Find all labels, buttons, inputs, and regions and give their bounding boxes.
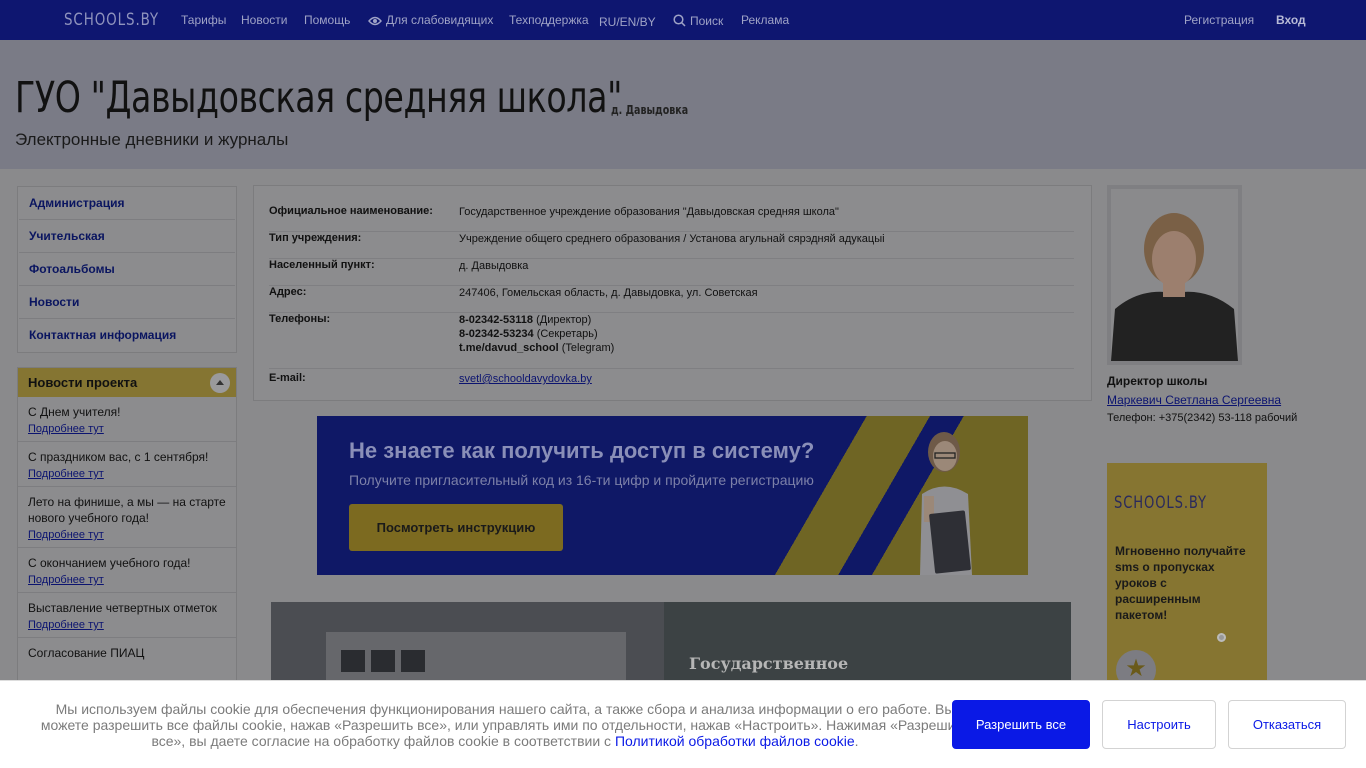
- info-value: svetl@schooldavydovka.by: [459, 372, 592, 386]
- login-link[interactable]: Вход: [1276, 13, 1306, 27]
- nav-search[interactable]: Поиск: [673, 14, 723, 28]
- cookie-policy-link[interactable]: Политикой обработки файлов cookie: [615, 733, 855, 749]
- allow-all-button[interactable]: Разрешить все: [952, 700, 1090, 749]
- window: [371, 650, 395, 672]
- news-more-link[interactable]: Подробнее тут: [28, 619, 104, 631]
- project-news-header: Новости проекта: [18, 368, 236, 397]
- woman-with-folder-illustration: [920, 432, 972, 575]
- phone-number[interactable]: 8-02342-53234: [459, 328, 534, 340]
- news-item: С праздником вас, с 1 сентября! Подробне…: [18, 442, 236, 487]
- banner-heading: Не знаете как получить доступ в систему?: [349, 438, 815, 463]
- school-info-card: Официальное наименование: Государственно…: [253, 185, 1092, 401]
- sidebar-item-news[interactable]: Новости: [19, 286, 235, 319]
- nav-news[interactable]: Новости: [241, 13, 287, 27]
- school-town: д. Давыдовка: [611, 103, 689, 117]
- info-label: Населенный пункт:: [269, 259, 375, 271]
- info-label: E-mail:: [269, 372, 306, 384]
- sidebar-item-teachers[interactable]: Учительская: [19, 220, 235, 253]
- news-title: С окончанием учебного года!: [28, 556, 191, 570]
- news-item: Лето на финише, а мы — на старте нового …: [18, 487, 236, 548]
- director-photo: [1107, 185, 1242, 365]
- info-label: Официальное наименование:: [269, 205, 433, 217]
- info-label: Телефоны:: [269, 313, 331, 325]
- director-caption: Директор школы: [1107, 374, 1208, 388]
- project-news-title: Новости проекта: [28, 375, 138, 390]
- info-label: Адрес:: [269, 286, 307, 298]
- ad-dot: [1217, 633, 1226, 642]
- nav-language[interactable]: RU/EN/BY: [599, 15, 656, 29]
- nav-low-vision-label: Для слабовидящих: [386, 13, 494, 27]
- telegram-link[interactable]: t.me/davud_school: [459, 342, 559, 354]
- register-link[interactable]: Регистрация: [1184, 13, 1254, 27]
- email-link[interactable]: svetl@schooldavydovka.by: [459, 373, 592, 385]
- news-title: С Днем учителя!: [28, 405, 121, 419]
- news-more-link[interactable]: Подробнее тут: [28, 529, 104, 541]
- phone-note: (Секретарь): [536, 328, 598, 340]
- search-icon: [673, 14, 686, 27]
- info-row-locality: Населенный пункт: д. Давыдовка: [269, 259, 1074, 286]
- phone-item: t.me/davud_school (Telegram): [459, 341, 614, 355]
- school-title: ГУО "Давыдовская средняя школа": [15, 73, 622, 123]
- news-more-link[interactable]: Подробнее тут: [28, 423, 104, 435]
- news-title: Согласование ПИАЦ: [28, 646, 145, 660]
- info-row-phones: Телефоны: 8-02342-53118 (Директор) 8-023…: [269, 313, 1074, 369]
- site-logo[interactable]: SCHOOLS.BY: [64, 10, 159, 30]
- info-row-email: E-mail: svetl@schooldavydovka.by: [269, 369, 1074, 396]
- school-header: ГУО "Давыдовская средняя школа" д. Давыд…: [0, 40, 1366, 169]
- news-item: Выставление четвертных отметок Подробнее…: [18, 593, 236, 638]
- sidebar-menu: Администрация Учительская Фотоальбомы Но…: [17, 186, 237, 353]
- cookie-consent-banner: Мы используем файлы cookie для обеспечен…: [0, 680, 1366, 768]
- ad-logo: SCHOOLS.BY: [1114, 493, 1207, 513]
- decline-button[interactable]: Отказаться: [1228, 700, 1346, 749]
- phones-list: 8-02342-53118 (Директор) 8-02342-53234 (…: [459, 313, 614, 355]
- window: [341, 650, 365, 672]
- news-item: С Днем учителя! Подробнее тут: [18, 397, 236, 442]
- info-row-official-name: Официальное наименование: Государственно…: [269, 205, 1074, 232]
- configure-button[interactable]: Настроить: [1102, 700, 1216, 749]
- news-title: С праздником вас, с 1 сентября!: [28, 450, 209, 464]
- collapse-chevron-icon[interactable]: [210, 373, 230, 393]
- nav-tariffs[interactable]: Тарифы: [181, 13, 226, 27]
- info-value: 247406, Гомельская область, д. Давыдовка…: [459, 287, 758, 299]
- news-item: Согласование ПИАЦ: [18, 638, 236, 667]
- nav-search-label: Поиск: [690, 14, 724, 28]
- nav-ads[interactable]: Реклама: [741, 13, 789, 27]
- banner-subheading: Получите пригласительный код из 16-ти ци…: [349, 472, 814, 488]
- ad-text: Мгновенно получайте sms о пропусках урок…: [1115, 544, 1246, 622]
- news-title: Выставление четвертных отметок: [28, 601, 217, 615]
- news-more-link[interactable]: Подробнее тут: [28, 468, 104, 480]
- director-portrait: [1111, 189, 1238, 361]
- view-instructions-button[interactable]: Посмотреть инструкцию: [349, 504, 563, 551]
- phone-item: 8-02342-53118 (Директор): [459, 313, 614, 327]
- phone-note: (Telegram): [561, 342, 615, 354]
- info-row-address: Адрес: 247406, Гомельская область, д. Да…: [269, 286, 1074, 313]
- info-value: д. Давыдовка: [459, 260, 529, 272]
- window: [401, 650, 425, 672]
- nav-support[interactable]: Техподдержка: [509, 13, 589, 27]
- nav-help[interactable]: Помощь: [304, 13, 350, 27]
- info-value: Учреждение общего среднего образования /…: [459, 233, 885, 245]
- cookie-message: Мы используем файлы cookie для обеспечен…: [40, 701, 970, 749]
- info-row-type: Тип учреждения: Учреждение общего средне…: [269, 232, 1074, 259]
- phone-number[interactable]: 8-02342-53118: [459, 314, 533, 326]
- nav-low-vision[interactable]: Для слабовидящих: [368, 13, 493, 27]
- director-name-link[interactable]: Маркевич Светлана Сергеевна: [1107, 393, 1281, 407]
- school-subtitle: Электронные дневники и журналы: [15, 130, 289, 149]
- sidebar-item-contacts[interactable]: Контактная информация: [19, 319, 235, 352]
- main-content: Администрация Учительская Фотоальбомы Но…: [0, 169, 1366, 768]
- phone-item: 8-02342-53234 (Секретарь): [459, 327, 614, 341]
- access-instructions-banner[interactable]: Не знаете как получить доступ в систему?…: [317, 416, 1028, 575]
- news-more-link[interactable]: Подробнее тут: [28, 574, 104, 586]
- photo-caption: Государственное: [689, 654, 849, 673]
- phone-note: (Директор): [536, 314, 592, 326]
- sidebar-item-administration[interactable]: Администрация: [19, 187, 235, 220]
- info-value: Государственное учреждение образования "…: [459, 206, 839, 218]
- eye-icon: [368, 16, 382, 26]
- top-navigation-bar: SCHOOLS.BY Тарифы Новости Помощь Для сла…: [0, 0, 1366, 40]
- director-phone: Телефон: +375(2342) 53-118 рабочий: [1107, 412, 1298, 424]
- news-title: Лето на финише, а мы — на старте нового …: [28, 495, 226, 525]
- info-label: Тип учреждения:: [269, 232, 362, 244]
- sidebar-item-photo-albums[interactable]: Фотоальбомы: [19, 253, 235, 286]
- news-item: С окончанием учебного года! Подробнее ту…: [18, 548, 236, 593]
